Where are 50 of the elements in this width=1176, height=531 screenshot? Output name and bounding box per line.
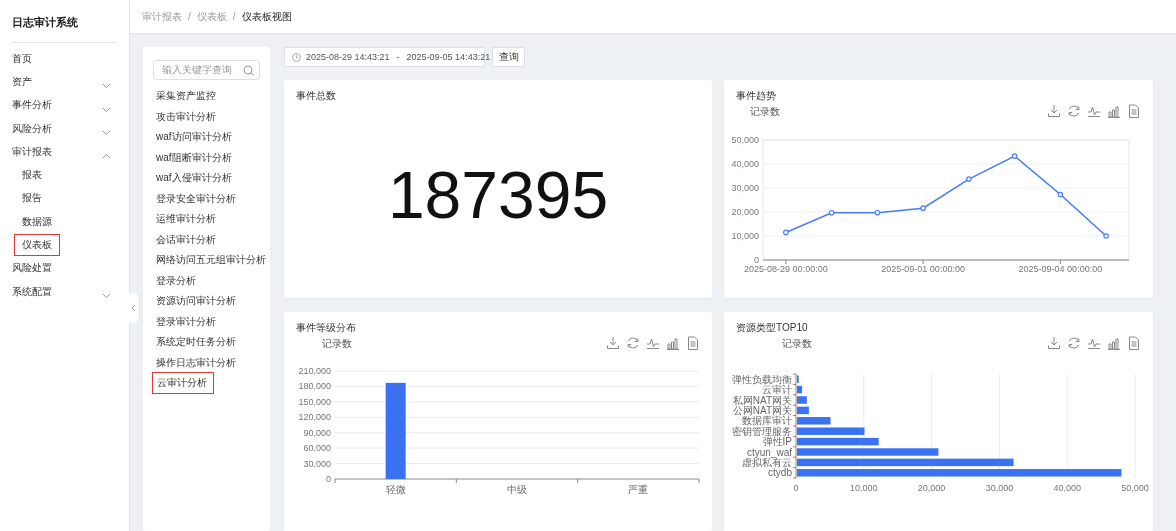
breadcrumb-separator: / xyxy=(188,11,191,22)
axis-label: ctydb xyxy=(768,467,792,479)
card-title: 资源类型TOP10 xyxy=(735,321,809,334)
axis-label: 90,000 xyxy=(303,427,331,438)
card-title: 事件总数 xyxy=(295,89,337,102)
axis-label: 中级 xyxy=(507,484,527,495)
breadcrumb-separator: / xyxy=(232,11,236,22)
axis-label: 2025-08-29 00:00:00 xyxy=(744,264,828,274)
axis-label: 2025-09-01 00:00:00 xyxy=(881,264,965,274)
end-date: 2025-09-05 14:43:21 xyxy=(406,52,491,62)
axis-label: 40,000 xyxy=(1053,483,1081,493)
axis-label: 轻微 xyxy=(385,484,406,495)
axis-label: 60,000 xyxy=(303,443,331,454)
axis-label: 10,000 xyxy=(850,483,878,493)
axis-label: 20,000 xyxy=(917,483,946,493)
app-title: 日志审计系统 xyxy=(12,0,117,43)
axis-label: 30,000 xyxy=(985,483,1014,493)
axis-label: 50,000 xyxy=(731,135,759,145)
axis-label: 数据库审计 xyxy=(742,415,792,427)
card-title: 事件趋势 xyxy=(735,89,777,102)
axis-label: 公网NAT网关 xyxy=(732,404,792,416)
axis-label: 150,000 xyxy=(298,396,331,407)
total-count: 187395 xyxy=(387,157,609,233)
axis-label: 50,000 xyxy=(1121,483,1149,493)
axis-label: ctyun_waf xyxy=(746,446,792,458)
axis-label: 弹性负载均衡 xyxy=(732,373,792,385)
axis-label: 180,000 xyxy=(298,381,331,392)
axis-label: 严重 xyxy=(628,484,649,495)
axis-label: 210,000 xyxy=(298,366,331,376)
axis-label: 0 xyxy=(793,483,799,493)
chart-title: 记录数 xyxy=(782,338,812,349)
axis-label: 40,000 xyxy=(731,159,759,169)
axis-label: 0 xyxy=(754,255,759,265)
axis-label: 云审计 xyxy=(762,384,792,396)
breadcrumb-current: 仪表板视图 xyxy=(241,9,292,24)
axis-label: 20,000 xyxy=(731,207,759,217)
axis-label: 120,000 xyxy=(298,412,331,423)
axis-label: 10,000 xyxy=(731,231,759,241)
start-date: 2025-08-29 14:43:21 xyxy=(306,52,390,62)
axis-label: 30,000 xyxy=(731,183,759,193)
axis-label: 2025-09-04 00:00:00 xyxy=(1018,264,1103,274)
axis-label: 弹性IP xyxy=(762,436,792,448)
axis-label: 密钥管理服务 xyxy=(732,425,792,437)
range-separator: - xyxy=(396,52,400,62)
chart-title: 记录数 xyxy=(750,106,780,117)
card-title: 事件等级分布 xyxy=(295,321,357,334)
chart-title: 记录数 xyxy=(322,338,352,349)
axis-label: 私网NAT网关 xyxy=(732,394,792,406)
axis-label: 0 xyxy=(326,474,331,484)
axis-label: 30,000 xyxy=(303,458,331,469)
